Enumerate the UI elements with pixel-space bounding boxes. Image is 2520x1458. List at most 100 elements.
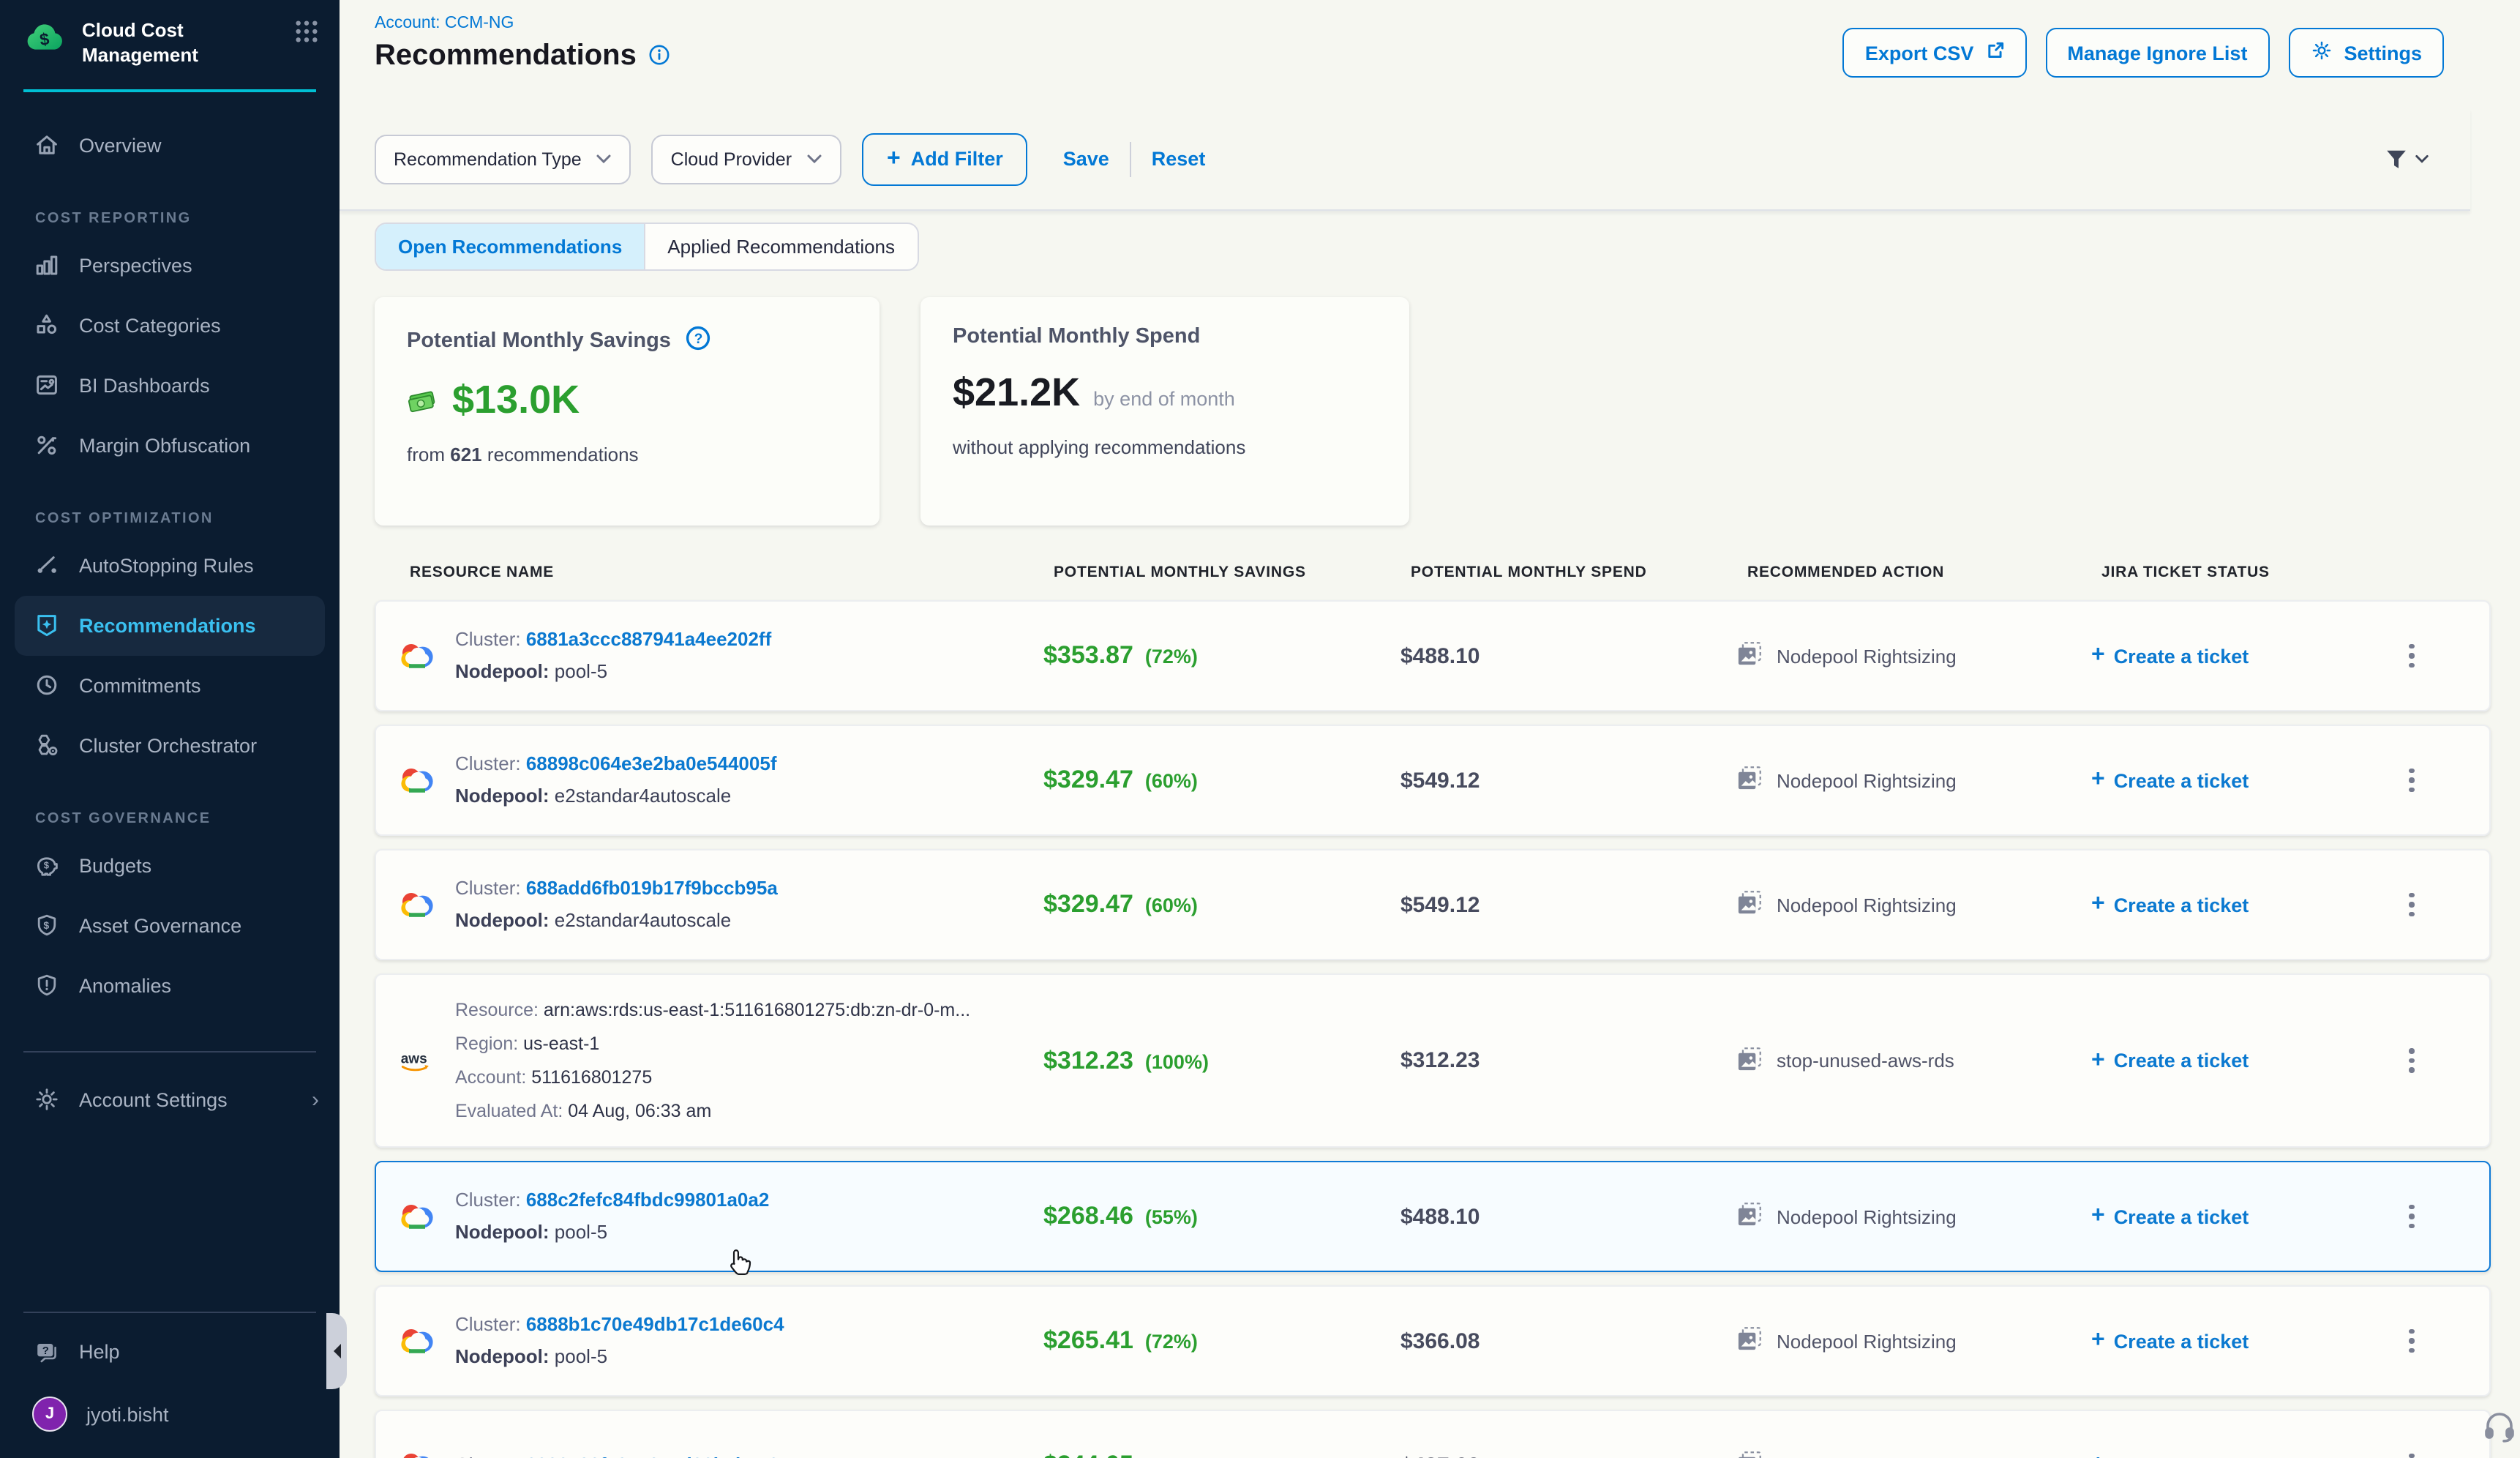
bar-chart-icon [32, 253, 60, 279]
percent-icon [32, 433, 60, 459]
resource-cell: Cluster: 68898c064e3e2ba0e544005fNodepoo… [400, 748, 1043, 812]
manage-ignore-label: Manage Ignore List [2067, 42, 2247, 64]
cluster-link[interactable]: 688c2fefc84fbdc99801a0a2 [526, 1189, 770, 1211]
cluster-link[interactable]: 68898c064e3e2ba0e544005f [526, 752, 777, 774]
field-label: Cluster: [455, 877, 526, 899]
row-menu-button[interactable] [2390, 1323, 2434, 1359]
sidebar-item-autostopping-rules[interactable]: AutoStopping Rules [0, 536, 340, 596]
create-ticket-button[interactable]: +Create a ticket [2091, 767, 2390, 793]
sidebar-item-asset-governance[interactable]: $ Asset Governance [0, 896, 340, 956]
action-type-icon [1737, 1046, 1762, 1075]
savings-value: $268.46 [1043, 1202, 1133, 1230]
sidebar-item-cost-categories[interactable]: Cost Categories [0, 296, 340, 356]
history-clock-icon [32, 673, 60, 699]
sidebar-collapse-handle[interactable] [326, 1313, 347, 1389]
chevron-down-icon [2415, 154, 2429, 164]
sidebar-item-label: AutoStopping Rules [79, 555, 254, 577]
field-label: Cluster: [455, 1189, 526, 1211]
field-label: Nodepool: [455, 1221, 555, 1243]
tab-applied-recommendations[interactable]: Applied Recommendations [644, 224, 917, 269]
row-menu-button[interactable] [2390, 1199, 2434, 1235]
table-row[interactable]: awsResource: arn:aws:rds:us-east-1:51161… [375, 973, 2491, 1148]
manage-ignore-list-button[interactable]: Manage Ignore List [2045, 28, 2269, 78]
sidebar-divider [23, 1051, 316, 1053]
field-label: Nodepool: [455, 909, 555, 931]
filter-funnel-button[interactable] [2384, 147, 2429, 171]
table-row[interactable]: Cluster: 688c2fefc84fbdc99801a0a2 Nodepoo… [375, 1161, 2491, 1272]
collapse-arrow-icon [326, 1344, 340, 1358]
shield-dollar-icon: $ [32, 913, 60, 939]
add-filter-button[interactable]: + Add Filter [862, 132, 1028, 185]
table-row[interactable]: Cluster: 6886e92f59a48cad86b5b1c6$244.05… [375, 1410, 2491, 1458]
reset-filter-button[interactable]: Reset [1152, 148, 1206, 170]
row-menu-button[interactable] [2390, 763, 2434, 799]
dropdown-label: Cloud Provider [671, 149, 792, 169]
export-csv-button[interactable]: Export CSV [1843, 28, 2027, 78]
app-window: $ Cloud Cost Management Overview COST RE… [0, 0, 2520, 1458]
savings-percent: (72%) [1145, 646, 1198, 668]
savings-percent: (60%) [1145, 770, 1198, 792]
create-ticket-button[interactable]: +Create a ticket [2091, 1452, 2390, 1458]
row-menu-button[interactable] [2390, 638, 2434, 674]
info-icon[interactable] [648, 43, 670, 70]
create-ticket-button[interactable]: +Create a ticket [2091, 1328, 2390, 1354]
row-menu-button[interactable] [2390, 887, 2434, 923]
help-circle-icon[interactable]: ? [686, 325, 712, 356]
app-switcher-icon[interactable] [294, 19, 319, 48]
sidebar-item-cluster-orchestrator[interactable]: Cluster Orchestrator [0, 716, 340, 776]
table-row[interactable]: Cluster: 6888b1c70e49db17c1de60c4Nodepoo… [375, 1285, 2491, 1397]
money-bills-icon [407, 388, 439, 417]
plus-icon: + [2091, 891, 2105, 918]
sidebar-item-help[interactable]: ? Help [0, 1322, 340, 1382]
sidebar-item-label: Asset Governance [79, 915, 241, 937]
field-label: Cluster: [455, 1313, 526, 1335]
settings-button[interactable]: Settings [2288, 28, 2444, 78]
sidebar-item-label: Overview [79, 135, 162, 157]
tab-open-recommendations[interactable]: Open Recommendations [376, 224, 644, 269]
sidebar-item-perspectives[interactable]: Perspectives [0, 236, 340, 296]
gcp-logo-icon [400, 1202, 438, 1231]
plus-icon: + [2091, 1328, 2105, 1354]
create-ticket-button[interactable]: +Create a ticket [2091, 891, 2390, 918]
sidebar-item-commitments[interactable]: Commitments [0, 656, 340, 716]
sidebar-item-margin-obfuscation[interactable]: Margin Obfuscation [0, 416, 340, 476]
resource-cell: Cluster: 6888b1c70e49db17c1de60c4Nodepoo… [400, 1309, 1043, 1373]
create-ticket-button[interactable]: +Create a ticket [2091, 643, 2390, 669]
table-row[interactable]: Cluster: 688add6fb019b17f9bccb95a Nodepoo… [375, 849, 2491, 960]
support-headset-icon[interactable] [2482, 1410, 2517, 1449]
field-label: Region: [455, 1033, 523, 1053]
filter-bar: Recommendation Type Cloud Provider + Add… [340, 108, 2470, 211]
table-row[interactable]: Cluster: 6881a3ccc887941a4ee202ffNodepoo… [375, 600, 2491, 711]
cluster-link[interactable]: 6888b1c70e49db17c1de60c4 [526, 1313, 784, 1335]
create-ticket-button[interactable]: +Create a ticket [2091, 1203, 2390, 1230]
cloud-provider-dropdown[interactable]: Cloud Provider [652, 134, 841, 184]
cluster-link[interactable]: 6886e92f59a48cad86b5b1c6 [526, 1454, 779, 1458]
meter-icon [32, 553, 60, 579]
sidebar-user[interactable]: J jyoti.bisht [0, 1382, 340, 1446]
sidebar-item-overview[interactable]: Overview [0, 116, 340, 176]
sidebar-item-label: Cluster Orchestrator [79, 735, 257, 757]
table-row[interactable]: Cluster: 68898c064e3e2ba0e544005fNodepoo… [375, 725, 2491, 836]
row-menu-button[interactable] [2390, 1043, 2434, 1079]
sidebar-item-label: BI Dashboards [79, 375, 210, 397]
recommended-action: Nodepool Rightsizing [1737, 1451, 2091, 1458]
sidebar-item-bi-dashboards[interactable]: BI Dashboards [0, 356, 340, 416]
create-ticket-button[interactable]: +Create a ticket [2091, 1047, 2390, 1074]
home-icon [32, 132, 60, 159]
row-menu-button[interactable] [2390, 1448, 2434, 1458]
gcp-logo-icon [400, 1326, 438, 1356]
help-chat-icon: ? [32, 1339, 60, 1365]
savings-percent: (60%) [1145, 894, 1198, 916]
sidebar-item-anomalies[interactable]: Anomalies [0, 956, 340, 1016]
settings-label: Settings [2344, 42, 2422, 64]
cluster-link[interactable]: 6881a3ccc887941a4ee202ff [526, 628, 771, 650]
sidebar-item-recommendations[interactable]: Recommendations [15, 596, 325, 656]
field-label: Nodepool: [455, 785, 555, 807]
save-filter-button[interactable]: Save [1063, 148, 1109, 170]
field-value: e2standar4autoscale [555, 785, 731, 807]
sidebar-item-account-settings[interactable]: Account Settings › [0, 1070, 340, 1130]
savings-value: $312.23 [1043, 1046, 1133, 1074]
sidebar-item-budgets[interactable]: $ Budgets [0, 836, 340, 896]
recommendation-type-dropdown[interactable]: Recommendation Type [375, 134, 631, 184]
cluster-link[interactable]: 688add6fb019b17f9bccb95a [526, 877, 778, 899]
